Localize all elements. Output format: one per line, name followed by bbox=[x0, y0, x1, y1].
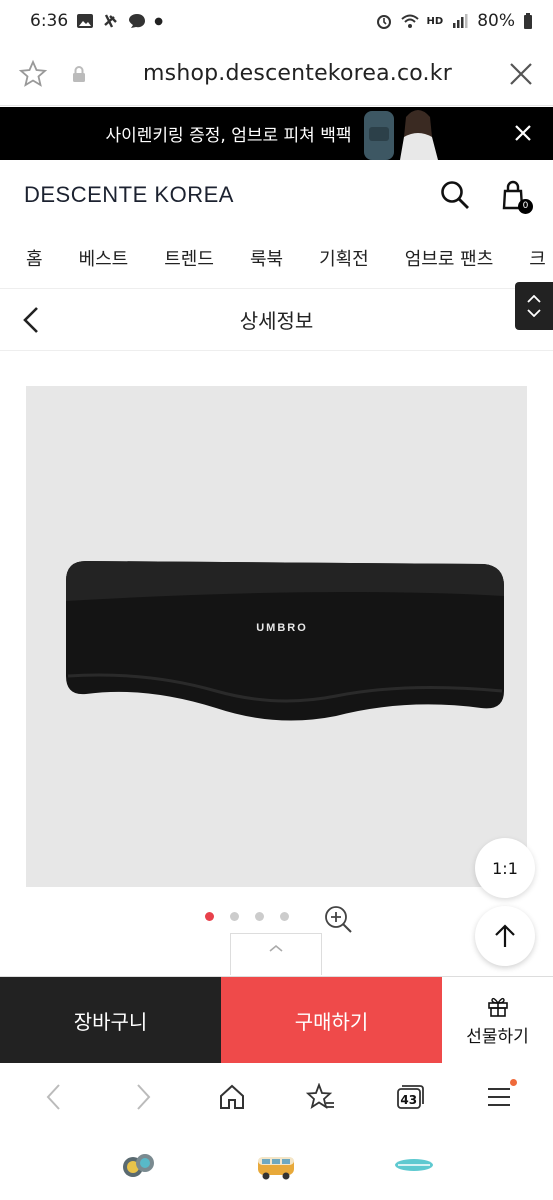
promo-close-icon[interactable] bbox=[511, 121, 535, 145]
image-pagination bbox=[205, 912, 289, 921]
cart-count-badge: 0 bbox=[518, 199, 533, 214]
site-header: DESCENTE KOREA 0 bbox=[0, 160, 553, 230]
wifi-icon bbox=[400, 14, 419, 28]
browser-toolbar: 43 bbox=[0, 1064, 553, 1130]
main-nav: 홈 베스트 트렌드 룩북 기획전 엄브로 팬츠 크 bbox=[0, 230, 553, 286]
bookmark-star-icon bbox=[305, 1083, 334, 1109]
back-button[interactable] bbox=[36, 1079, 72, 1115]
battery-icon bbox=[524, 13, 532, 29]
home-van-icon[interactable] bbox=[256, 1149, 296, 1181]
nav-item-event[interactable]: 기획전 bbox=[319, 245, 369, 271]
nav-item-umbro-pants[interactable]: 엄브로 팬츠 bbox=[405, 245, 494, 271]
close-icon[interactable] bbox=[507, 60, 535, 88]
recent-apps-icon[interactable] bbox=[119, 1149, 159, 1181]
scroll-updown-control[interactable] bbox=[515, 282, 553, 330]
hd-voice-badge: HD bbox=[426, 15, 444, 27]
home-button[interactable] bbox=[214, 1079, 250, 1115]
buy-now-button[interactable]: 구매하기 bbox=[221, 977, 442, 1063]
star-icon[interactable] bbox=[18, 59, 48, 89]
pagination-dot[interactable] bbox=[255, 912, 264, 921]
promo-image bbox=[352, 107, 444, 160]
nav-item-best[interactable]: 베스트 bbox=[79, 245, 129, 271]
gift-button[interactable]: 선물하기 bbox=[442, 977, 553, 1063]
back-arrow-icon[interactable] bbox=[18, 305, 46, 335]
promo-text: 사이렌키링 증정, 엄브로 피쳐 백팩 bbox=[105, 126, 352, 146]
nav-item-more[interactable]: 크 bbox=[529, 245, 546, 271]
browser-url-bar: mshop.descentekorea.co.kr bbox=[0, 42, 553, 106]
purchase-bar: 장바구니 구매하기 선물하기 bbox=[0, 976, 553, 1063]
pagination-dot[interactable] bbox=[205, 912, 214, 921]
system-nav-bar bbox=[0, 1130, 553, 1200]
tab-count: 43 bbox=[400, 1093, 418, 1107]
zoom-in-icon[interactable] bbox=[322, 903, 354, 935]
chevron-up-icon bbox=[269, 944, 283, 952]
clock: 6:36 bbox=[30, 11, 69, 31]
notification-dot bbox=[509, 1079, 517, 1086]
nav-item-trend[interactable]: 트렌드 bbox=[164, 245, 214, 271]
pagination-dot[interactable] bbox=[280, 912, 289, 921]
chat-icon bbox=[129, 14, 146, 28]
alarm-icon bbox=[376, 15, 391, 29]
ratio-toggle-button[interactable]: 1:1 bbox=[475, 838, 535, 898]
chevron-right-icon bbox=[137, 1084, 151, 1110]
url-text[interactable]: mshop.descentekorea.co.kr bbox=[88, 61, 507, 86]
chevron-up-icon[interactable] bbox=[527, 295, 541, 303]
signal-icon bbox=[453, 14, 468, 28]
cart-button[interactable]: 0 bbox=[497, 179, 533, 214]
forward-button[interactable] bbox=[125, 1079, 161, 1115]
tabs-button[interactable]: 43 bbox=[392, 1079, 428, 1115]
gift-icon bbox=[487, 997, 508, 1017]
chevron-left-icon bbox=[47, 1084, 61, 1110]
back-surfboard-icon[interactable] bbox=[394, 1149, 434, 1181]
menu-button[interactable] bbox=[481, 1079, 517, 1115]
site-logo[interactable]: DESCENTE KOREA bbox=[24, 182, 413, 208]
app-icon bbox=[104, 14, 118, 28]
battery-text: 80% bbox=[477, 11, 515, 31]
lock-icon bbox=[73, 65, 85, 82]
more-dot-icon: ● bbox=[154, 15, 163, 27]
hamburger-menu-icon bbox=[487, 1088, 510, 1106]
status-bar: 6:36 ● HD 80% bbox=[0, 0, 553, 42]
add-to-cart-button[interactable]: 장바구니 bbox=[0, 977, 221, 1063]
gift-label: 선물하기 bbox=[466, 1026, 529, 1047]
detail-header: 상세정보 bbox=[0, 288, 553, 351]
home-icon bbox=[220, 1084, 245, 1109]
search-icon[interactable] bbox=[439, 179, 471, 211]
arrow-up-icon bbox=[495, 924, 515, 947]
nav-item-lookbook[interactable]: 룩북 bbox=[250, 245, 283, 271]
nav-item-home[interactable]: 홈 bbox=[26, 245, 43, 271]
promo-banner[interactable]: 사이렌키링 증정, 엄브로 피쳐 백팩 bbox=[0, 107, 553, 160]
umbro-logo-mark: UMBRO bbox=[256, 622, 308, 634]
product-image[interactable]: UMBRO bbox=[26, 386, 527, 887]
page-title: 상세정보 bbox=[239, 309, 314, 333]
gallery-icon bbox=[77, 14, 94, 28]
scroll-top-button[interactable] bbox=[475, 906, 535, 966]
bookmarks-button[interactable] bbox=[303, 1079, 339, 1115]
pagination-dot[interactable] bbox=[230, 912, 239, 921]
drawer-handle[interactable] bbox=[230, 933, 322, 975]
chevron-down-icon[interactable] bbox=[527, 309, 541, 317]
